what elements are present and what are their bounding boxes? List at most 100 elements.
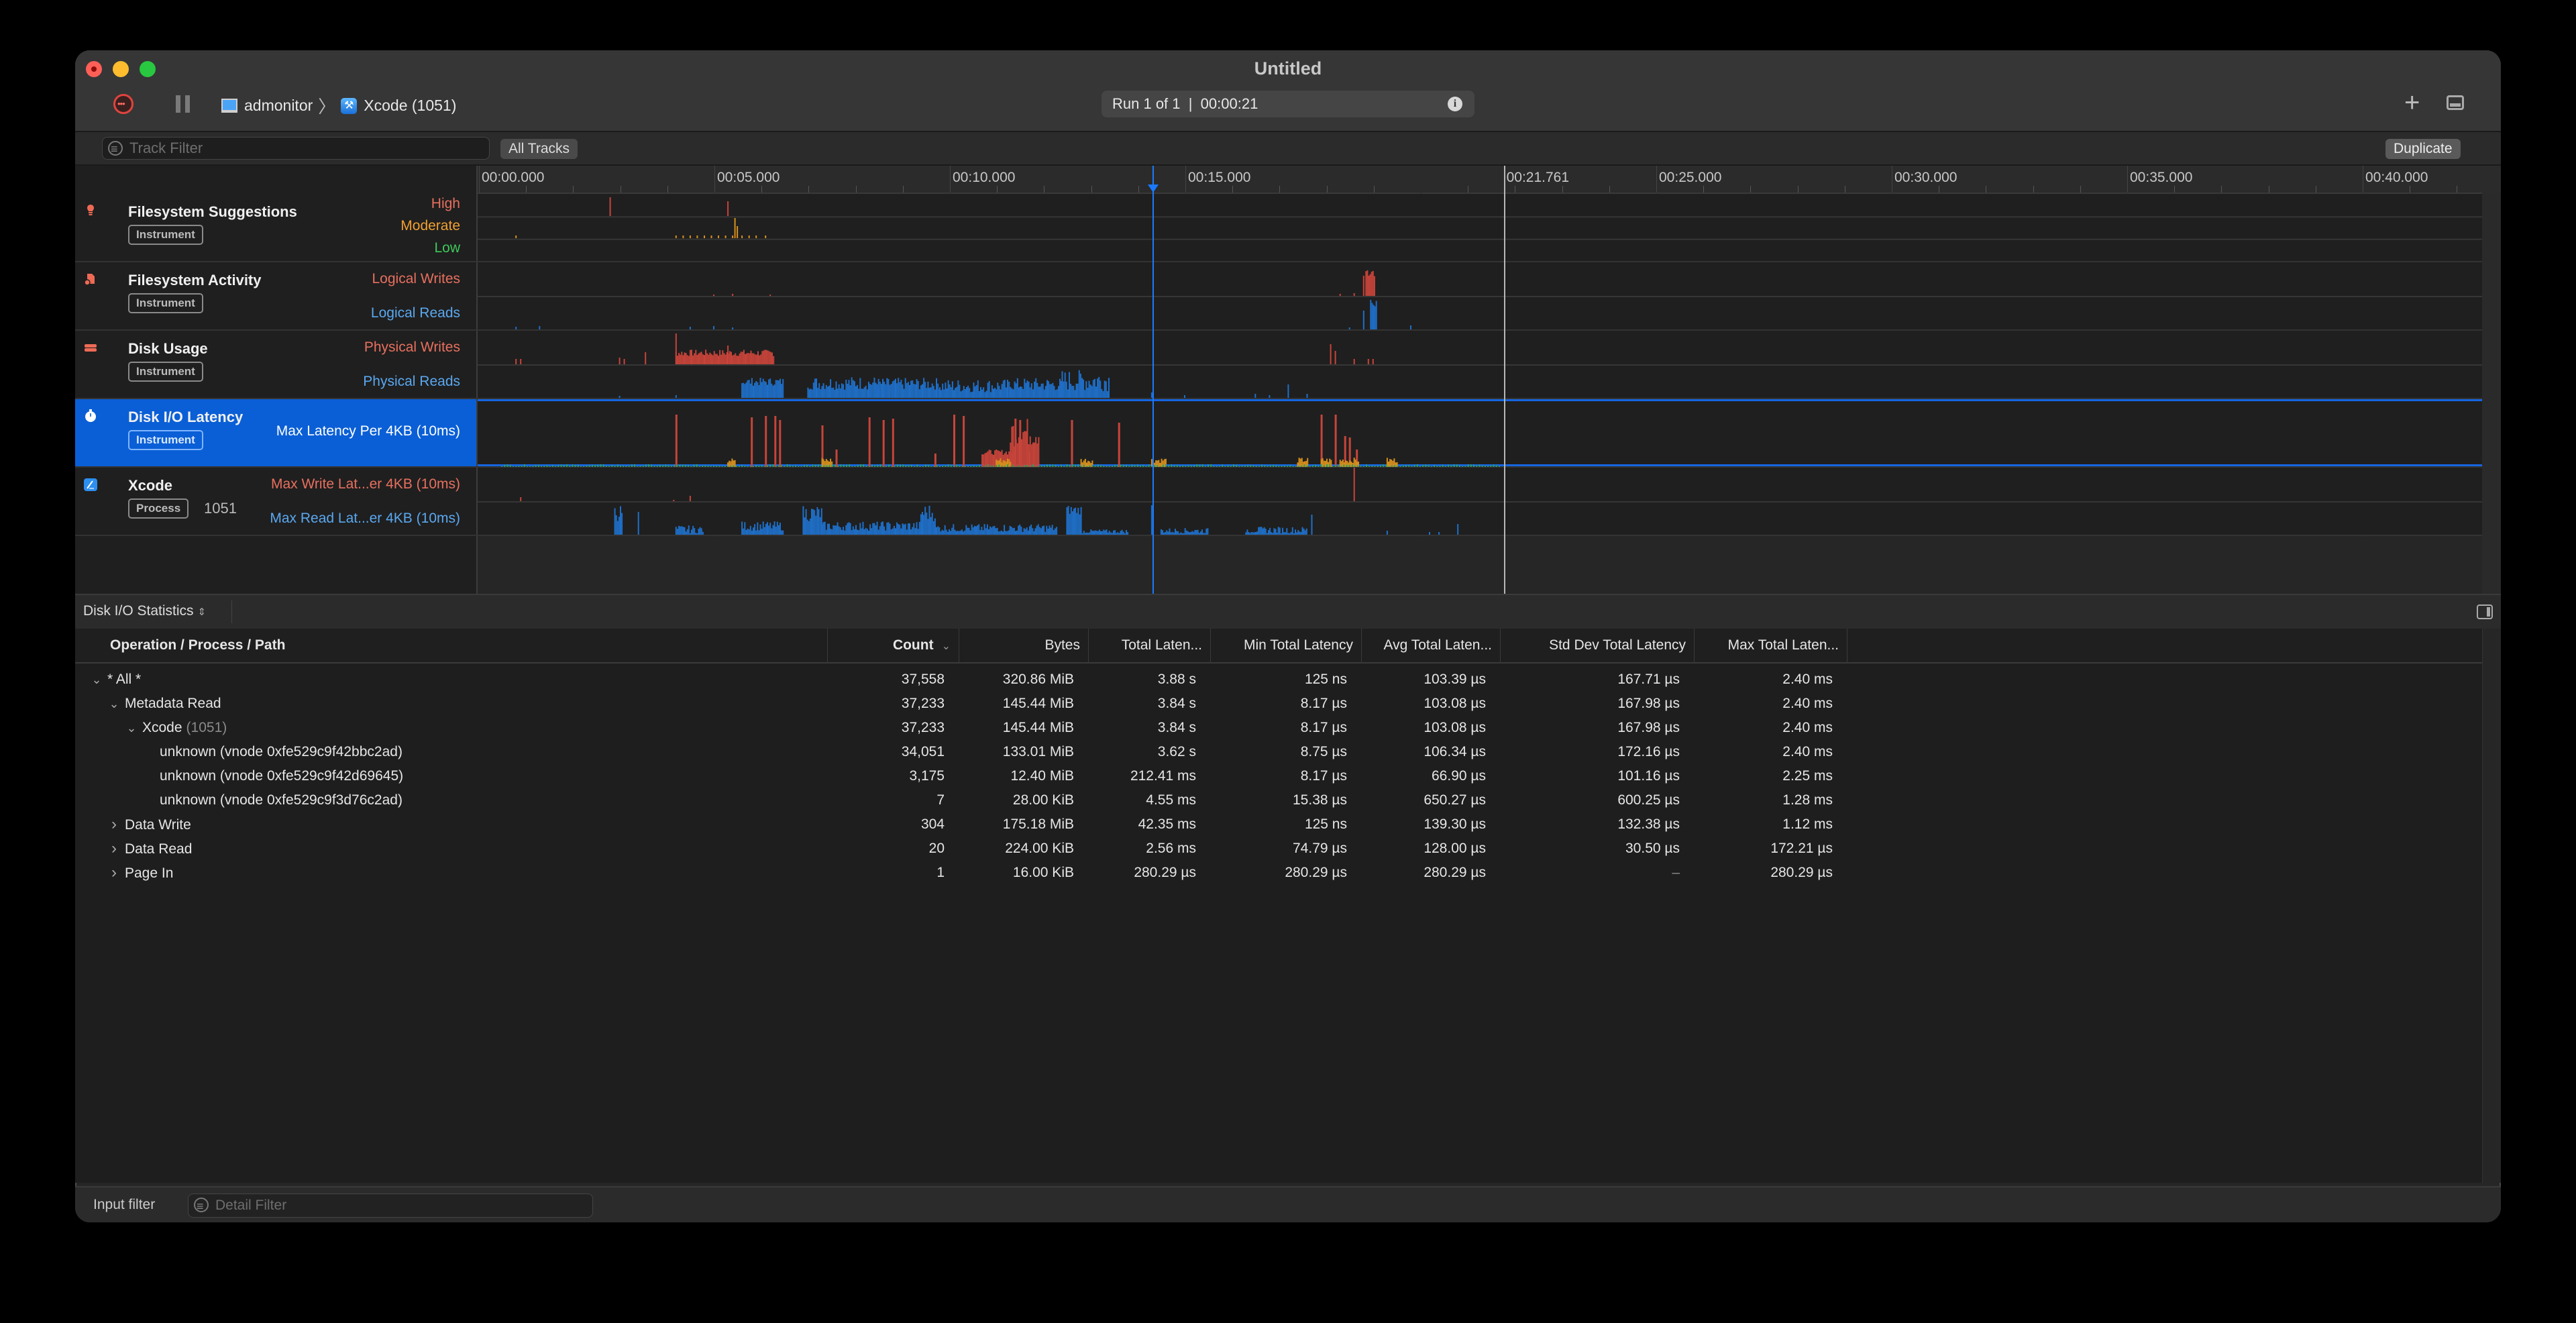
row-name: * All * xyxy=(107,672,142,687)
table-row[interactable]: › Data Write 304 175.18 MiB 42.35 ms 125 ns 13… xyxy=(75,812,2482,837)
latency-high-mark xyxy=(984,453,986,467)
track-graph[interactable] xyxy=(478,399,2482,467)
latency-low-mark xyxy=(1142,465,1144,467)
physical-read-mark xyxy=(811,389,813,398)
table-scrollbar[interactable] xyxy=(2482,629,2501,1183)
read-latency-mark xyxy=(1207,528,1209,535)
table-row[interactable]: ⌄ Xcode (1051) 37,233 145.44 MiB 3.84 s 8.17 µ… xyxy=(75,716,2482,740)
add-instrument-button[interactable]: + xyxy=(2404,89,2420,116)
chevron-down-icon[interactable]: ⌄ xyxy=(107,692,121,716)
read-latency-mark xyxy=(1071,511,1073,535)
table-row[interactable]: unknown (vnode 0xfe529c9f42d69645) 3,175 1… xyxy=(75,764,2482,788)
table-row[interactable]: unknown (vnode 0xfe529c9f3d76c2ad) 7 28.00… xyxy=(75,788,2482,812)
chevron-right-icon[interactable]: › xyxy=(107,837,121,861)
latency-low-mark xyxy=(1388,466,1390,467)
table-row[interactable]: ⌄ * All * 37,558 320.86 MiB 3.88 s 125 ns 103.… xyxy=(75,668,2482,692)
track-filesystem-suggestions[interactable]: Filesystem Suggestions Instrument High Mode… xyxy=(75,194,2501,262)
breadcrumb-device[interactable]: admonitor xyxy=(244,97,313,115)
inspector-toggle-icon[interactable] xyxy=(2477,604,2493,619)
column-header[interactable]: Avg Total Laten... xyxy=(1362,629,1501,662)
latency-low-mark xyxy=(1038,466,1040,467)
track-disk-usage[interactable]: Disk Usage Instrument Physical Writes Physi… xyxy=(75,331,2501,399)
read-latency-mark xyxy=(1290,531,1292,535)
column-header[interactable]: Operation / Process / Path xyxy=(75,629,828,662)
physical-write-mark xyxy=(722,350,724,364)
latency-low-mark xyxy=(905,465,907,467)
track-graph[interactable] xyxy=(478,194,2482,261)
chevron-right-icon[interactable]: › xyxy=(107,812,121,837)
latency-low-mark xyxy=(1275,465,1277,467)
track-header[interactable]: Filesystem Activity Instrument Logical Wri… xyxy=(75,262,476,329)
latency-low-mark xyxy=(1442,464,1444,467)
chevron-down-icon[interactable]: ⌄ xyxy=(125,716,138,740)
track-header[interactable]: Xcode Process 1051 Max Write Lat...er 4KB (… xyxy=(75,468,476,535)
column-header[interactable]: Count ⌄ xyxy=(828,629,959,662)
track-graph[interactable] xyxy=(478,468,2482,535)
all-tracks-button[interactable]: All Tracks xyxy=(500,139,578,159)
table-row[interactable]: › Page In 1 16.00 KiB 280.29 µs 280.29 µs 280.… xyxy=(75,861,2482,885)
chevron-down-icon[interactable]: ⌄ xyxy=(90,668,103,692)
ruler-minor-tick xyxy=(855,186,857,193)
stop-record-button[interactable] xyxy=(113,94,133,114)
track-graph[interactable] xyxy=(478,262,2482,329)
column-header[interactable]: Min Total Latency xyxy=(1211,629,1362,662)
info-icon[interactable]: i xyxy=(1448,97,1462,111)
physical-read-mark xyxy=(913,383,915,398)
detail-view-selector[interactable]: Disk I/O Statistics ⇕ xyxy=(83,603,206,619)
latency-low-mark xyxy=(541,466,543,467)
time-ruler[interactable]: 00:00.000 00:05.000 00:10.000 00:15.000 00:2… xyxy=(478,166,2501,194)
physical-read-mark xyxy=(898,378,900,398)
track-filter-input[interactable]: Track Filter xyxy=(102,137,490,160)
latency-low-mark xyxy=(786,464,788,467)
input-filter-label[interactable]: Input filter xyxy=(93,1197,155,1213)
suggestion-moderate-mark xyxy=(689,235,691,238)
read-latency-mark xyxy=(833,525,835,535)
table-row[interactable]: unknown (vnode 0xfe529c9f42bbc2ad) 34,051… xyxy=(75,740,2482,764)
physical-write-mark xyxy=(1367,359,1369,364)
track-header[interactable]: Disk I/O Latency Instrument Max Latency Pe… xyxy=(75,399,476,466)
physical-read-mark xyxy=(883,381,885,398)
latency-high-mark xyxy=(1011,427,1013,467)
detail-view-label: Disk I/O Statistics xyxy=(83,603,194,619)
detail-filter-input[interactable]: Detail Filter xyxy=(188,1194,593,1218)
track-filesystem-activity[interactable]: Filesystem Activity Instrument Logical Wri… xyxy=(75,262,2501,331)
track-graph[interactable] xyxy=(478,331,2482,398)
physical-read-mark xyxy=(781,384,783,398)
latency-high-mark xyxy=(1028,444,1030,467)
chevron-right-icon[interactable]: › xyxy=(107,861,121,885)
read-latency-mark xyxy=(941,529,943,535)
column-header[interactable]: Std Dev Total Latency xyxy=(1501,629,1695,662)
duplicate-button[interactable]: Duplicate xyxy=(2385,139,2461,159)
timeline-scrollbar[interactable] xyxy=(2482,193,2501,642)
track-disk-i-o-latency[interactable]: Disk I/O Latency Instrument Max Latency Pe… xyxy=(75,399,2501,468)
latency-low-mark xyxy=(1273,464,1274,467)
breadcrumb-process[interactable]: Xcode (1051) xyxy=(364,97,456,115)
column-header[interactable]: Bytes xyxy=(959,629,1089,662)
table-row[interactable]: › Data Read 20 224.00 KiB 2.56 ms 74.79 µs 128… xyxy=(75,837,2482,861)
track-header[interactable]: Disk Usage Instrument Physical Writes Physi… xyxy=(75,331,476,398)
read-latency-mark xyxy=(1184,528,1186,535)
latency-low-mark xyxy=(1100,465,1102,467)
track-header[interactable]: Filesystem Suggestions Instrument High Mode… xyxy=(75,194,476,261)
latency-low-mark xyxy=(1024,465,1026,467)
toggle-detail-panel-icon[interactable] xyxy=(2447,95,2464,110)
run-selector[interactable]: Run 1 of 1 | 00:00:21 i xyxy=(1102,91,1474,117)
latency-low-mark xyxy=(665,464,667,467)
ruler-minor-tick xyxy=(1326,186,1328,193)
logical-write-mark xyxy=(732,294,734,296)
read-latency-mark xyxy=(1201,529,1203,535)
latency-low-mark xyxy=(1297,466,1299,467)
table-row[interactable]: ⌄ Metadata Read 37,233 145.44 MiB 3.84 s 8.17… xyxy=(75,692,2482,716)
read-latency-mark xyxy=(1304,530,1306,535)
column-header[interactable]: Total Laten... xyxy=(1089,629,1211,662)
latency-low-mark xyxy=(885,466,887,467)
track-graph-svg xyxy=(478,333,2482,398)
pause-button[interactable] xyxy=(176,95,191,113)
column-header[interactable]: Max Total Laten... xyxy=(1695,629,1847,662)
playhead[interactable] xyxy=(1147,166,1159,642)
physical-read-mark xyxy=(767,384,768,398)
target-breadcrumb[interactable]: admonitor 〉 ⚒ Xcode (1051) xyxy=(221,93,456,118)
latency-low-mark xyxy=(569,466,571,467)
physical-read-mark xyxy=(837,388,839,398)
track-xcode[interactable]: Xcode Process 1051 Max Write Lat...er 4KB (… xyxy=(75,468,2501,536)
